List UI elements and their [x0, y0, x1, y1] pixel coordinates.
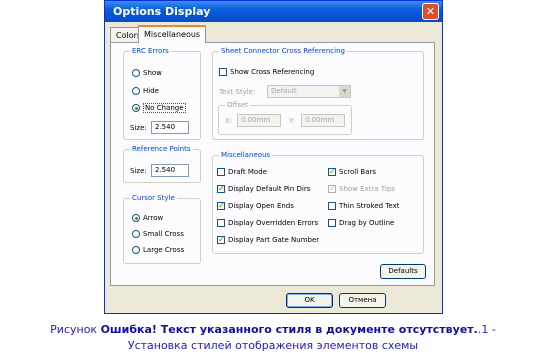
caption-suffix: .1 - — [477, 323, 496, 336]
erc-hide-radio[interactable]: Hide — [132, 86, 159, 96]
checkbox-checked-icon: ✓ — [217, 236, 225, 244]
display-default-pin-dirs-label: Display Default Pin Dirs — [228, 185, 311, 193]
dialog-title: Options Display — [113, 5, 211, 18]
offset-y-input[interactable]: 0.00mm — [301, 114, 345, 127]
options-display-dialog: Options Display ✕ Colors Miscellaneous E… — [104, 0, 443, 314]
sheet-connector-group: Sheet Connector Cross Referencing ✓Show … — [212, 46, 424, 140]
caption-prefix: Рисунок — [50, 323, 101, 336]
checkbox-unchecked-icon: ✓ — [328, 202, 336, 210]
scroll-bars-checkbox[interactable]: ✓ Scroll Bars — [328, 167, 376, 177]
erc-show-radio[interactable]: Show — [132, 68, 162, 78]
cursor-large-cross-label: Large Cross — [143, 246, 185, 254]
display-default-pin-dirs-checkbox[interactable]: ✓ Display Default Pin Dirs — [217, 184, 310, 194]
chevron-down-icon: ▼ — [339, 86, 350, 97]
defaults-button[interactable]: Defaults — [380, 264, 426, 279]
erc-errors-group: ERC Errors Show Hide No Change Size: 2.5… — [123, 46, 201, 140]
cursor-style-group: Cursor Style Arrow Small Cross Large Cro… — [123, 193, 201, 264]
offset-y-label: Y: — [289, 117, 295, 125]
cursor-large-cross-radio[interactable]: Large Cross — [132, 245, 184, 255]
scroll-bars-label: Scroll Bars — [339, 168, 377, 176]
display-part-gate-number-label: Display Part Gate Number — [228, 236, 320, 244]
drag-by-outline-checkbox[interactable]: ✓Drag by Outline — [328, 218, 394, 228]
ok-button[interactable]: OK — [286, 293, 333, 308]
reference-points-group: Reference Points Size: 2.540 — [123, 144, 201, 183]
radio-icon — [132, 87, 140, 95]
reference-points-label: Reference Points — [130, 144, 193, 154]
display-open-ends-label: Display Open Ends — [228, 202, 294, 210]
checkbox-unchecked-icon: ✓ — [328, 219, 336, 227]
cancel-button[interactable]: Отмена — [339, 293, 386, 308]
display-part-gate-number-checkbox[interactable]: ✓ Display Part Gate Number — [217, 235, 319, 245]
erc-size-input[interactable]: 2.540 — [151, 121, 189, 134]
checkbox-unchecked-icon: ✓ — [217, 168, 225, 176]
miscellaneous-group: Miscellaneous ✓Draft Mode ✓Scroll Bars ✓… — [212, 150, 424, 254]
text-style-select[interactable]: Default ▼ — [267, 85, 351, 98]
offset-group: Offset X: 0.00mm Y: 0.00mm — [218, 100, 352, 135]
checkbox-checked-icon: ✓ — [328, 168, 336, 176]
show-extra-tips-label: Show Extra Tips — [339, 185, 395, 193]
display-overridden-errors-checkbox[interactable]: ✓Display Overridden Errors — [217, 218, 318, 228]
show-cross-referencing-label: Show Cross Referencing — [230, 68, 315, 76]
erc-errors-label: ERC Errors — [130, 46, 171, 56]
thin-stroked-text-label: Thin Stroked Text — [339, 202, 400, 210]
radio-selected-icon — [132, 214, 140, 222]
radio-icon — [132, 230, 140, 238]
show-extra-tips-checkbox[interactable]: ✓ Show Extra Tips — [328, 184, 395, 194]
text-style-label: Text Style: — [219, 88, 256, 96]
drag-by-outline-label: Drag by Outline — [339, 219, 395, 227]
erc-size-label: Size: — [130, 124, 147, 132]
erc-no-change-label: No Change — [143, 103, 186, 113]
erc-show-label: Show — [143, 69, 162, 77]
tab-miscellaneous[interactable]: Miscellaneous — [138, 25, 207, 43]
offset-label: Offset — [225, 100, 251, 110]
display-open-ends-checkbox[interactable]: ✓ Display Open Ends — [217, 201, 294, 211]
close-icon[interactable]: ✕ — [422, 3, 439, 20]
draft-mode-checkbox[interactable]: ✓Draft Mode — [217, 167, 267, 177]
tab-miscellaneous-label: Miscellaneous — [144, 30, 201, 39]
title-bar[interactable]: Options Display ✕ — [105, 1, 442, 22]
erc-hide-label: Hide — [143, 87, 159, 95]
checkbox-unchecked-icon: ✓ — [217, 219, 225, 227]
cursor-small-cross-radio[interactable]: Small Cross — [132, 229, 184, 239]
sheet-connector-label: Sheet Connector Cross Referencing — [219, 46, 347, 56]
radio-icon — [132, 246, 140, 254]
show-cross-referencing-checkbox[interactable]: ✓Show Cross Referencing — [219, 67, 314, 77]
caption-error: Ошибка! Текст указанного стиля в докумен… — [100, 323, 478, 336]
checkbox-checked-icon: ✓ — [217, 185, 225, 193]
thin-stroked-text-checkbox[interactable]: ✓Thin Stroked Text — [328, 201, 399, 211]
reference-size-label: Size: — [130, 167, 147, 175]
reference-size-input[interactable]: 2.540 — [151, 164, 189, 177]
erc-no-change-radio[interactable]: No Change — [132, 103, 186, 113]
draft-mode-label: Draft Mode — [228, 168, 267, 176]
miscellaneous-label: Miscellaneous — [219, 150, 273, 160]
checkbox-checked-icon: ✓ — [328, 185, 336, 193]
display-overridden-errors-label: Display Overridden Errors — [228, 219, 319, 227]
cursor-small-cross-label: Small Cross — [143, 230, 184, 238]
checkbox-checked-icon: ✓ — [217, 202, 225, 210]
cursor-arrow-radio[interactable]: Arrow — [132, 213, 163, 223]
radio-selected-icon — [132, 104, 140, 112]
cursor-arrow-label: Arrow — [143, 214, 164, 222]
radio-icon — [132, 69, 140, 77]
text-style-value: Default — [271, 87, 297, 95]
figure-caption-line1: Рисунок Ошибка! Текст указанного стиля в… — [0, 323, 546, 337]
figure-caption-line2: Установка стилей отображения элементов с… — [127, 339, 419, 352]
checkbox-unchecked-icon: ✓ — [219, 68, 227, 76]
offset-x-input[interactable]: 0.00mm — [237, 114, 281, 127]
cursor-style-label: Cursor Style — [130, 193, 177, 203]
miscellaneous-panel: ERC Errors Show Hide No Change Size: 2.5… — [110, 42, 435, 286]
offset-x-label: X: — [225, 117, 233, 125]
